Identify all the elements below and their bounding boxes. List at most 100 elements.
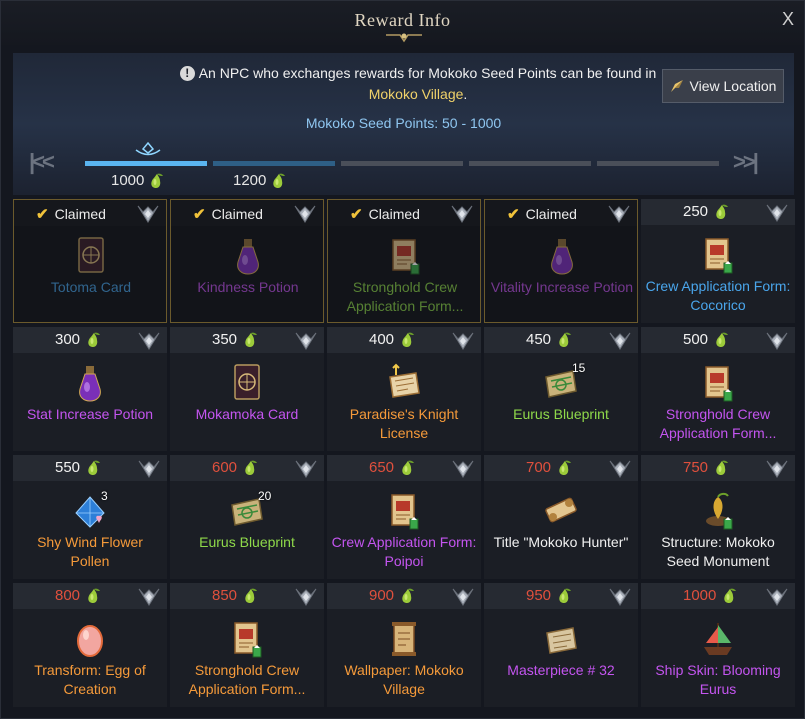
- claimed-label: Claimed: [54, 206, 106, 222]
- claimed-label: Claimed: [368, 206, 420, 222]
- structure-icon: [700, 491, 736, 531]
- progress-value: 1000: [111, 172, 145, 189]
- reward-cost: 1000: [683, 587, 737, 604]
- compass-icon: [670, 80, 683, 92]
- grade-emblem-icon: [293, 203, 317, 225]
- grade-emblem-icon: [608, 330, 632, 352]
- reward-cost: 450: [526, 331, 572, 348]
- reward-name: Transform: Egg of Creation: [34, 662, 146, 697]
- cost-value: 950: [526, 587, 552, 604]
- grade-emblem-icon: [451, 586, 475, 608]
- cost-value: 750: [683, 459, 709, 476]
- reward-card[interactable]: ✔ Claimed Totoma Card: [13, 199, 167, 323]
- grade-emblem-icon: [450, 203, 474, 225]
- reward-name: Masterpiece # 32: [507, 662, 615, 678]
- reward-cost: 350: [212, 331, 258, 348]
- mokoko-seed-icon: [399, 332, 415, 348]
- grade-emblem-icon: [451, 458, 475, 480]
- close-button[interactable]: X: [782, 9, 794, 30]
- progress-label: 1000: [111, 172, 164, 189]
- checkmark-icon: ✔: [193, 206, 206, 223]
- mokoko-seed-icon: [556, 332, 572, 348]
- notice-period: .: [463, 86, 468, 102]
- reward-name: Stronghold Crew Application Form...: [346, 279, 464, 314]
- cost-value: 600: [212, 459, 238, 476]
- reward-info-window: Reward Info X ! An NPC who exchanges rewa…: [0, 0, 805, 719]
- reward-cost: 800: [55, 587, 101, 604]
- title-ornament-icon: [386, 33, 422, 43]
- mokoko-seed-icon: [713, 332, 729, 348]
- reward-card[interactable]: 800 Transform: Egg of Creation: [13, 583, 167, 707]
- progress-label: 1200: [233, 172, 286, 189]
- grade-emblem-icon: [137, 330, 161, 352]
- view-location-button[interactable]: View Location: [662, 69, 784, 103]
- scroll-icon: [229, 619, 265, 659]
- mokoko-seed-icon: [85, 460, 101, 476]
- potion-icon: [544, 236, 580, 276]
- potion-icon: [230, 236, 266, 276]
- grade-emblem-icon: [608, 586, 632, 608]
- reward-name: Stronghold Crew Application Form...: [188, 662, 306, 697]
- cost-value: 350: [212, 331, 238, 348]
- reward-card[interactable]: 700 Title "Mokoko Hunter": [484, 455, 638, 579]
- reward-card[interactable]: 500 Stronghold Crew Application Form...: [641, 327, 795, 451]
- cost-value: 250: [683, 203, 709, 220]
- notice-text: An NPC who exchanges rewards for Mokoko …: [198, 65, 657, 81]
- title-scroll-icon: [543, 491, 579, 531]
- progress-segment: [597, 161, 719, 166]
- cost-value: 300: [55, 331, 81, 348]
- ship-icon: [700, 619, 736, 659]
- wallpaper-icon: [386, 619, 422, 659]
- mokoko-seed-icon: [721, 588, 737, 604]
- reward-cost: 250: [683, 203, 729, 220]
- reward-card[interactable]: 450 15 Eurus Blueprint: [484, 327, 638, 451]
- reward-card[interactable]: 550 3 Shy Wind Flower Pollen: [13, 455, 167, 579]
- reward-name: Totoma Card: [50, 279, 132, 295]
- reward-card[interactable]: 400 Paradise's Knight License: [327, 327, 481, 451]
- item-quantity: 3: [101, 489, 108, 503]
- reward-card[interactable]: 850 Stronghold Crew Application Form...: [170, 583, 324, 707]
- masterpiece-icon: [543, 619, 579, 659]
- cost-value: 1000: [683, 587, 717, 604]
- item-quantity: 20: [258, 489, 272, 503]
- npc-notice: ! An NPC who exchanges rewards for Mokoko…: [163, 63, 673, 105]
- claimed-status: ✔ Claimed: [36, 205, 106, 223]
- skip-last-icon[interactable]: >>|: [733, 149, 759, 175]
- skip-first-icon[interactable]: |<<: [29, 149, 55, 175]
- grade-emblem-icon: [451, 330, 475, 352]
- mokoko-seed-icon: [556, 588, 572, 604]
- reward-cost: 500: [683, 331, 729, 348]
- reward-cost: 750: [683, 459, 729, 476]
- reward-card[interactable]: 650 Crew Application Form: Poipoi: [327, 455, 481, 579]
- reward-cost: 700: [526, 459, 572, 476]
- reward-card[interactable]: 900 Wallpaper: Mokoko Village: [327, 583, 481, 707]
- grade-emblem-icon: [765, 458, 789, 480]
- reward-card[interactable]: 600 20 Eurus Blueprint: [170, 455, 324, 579]
- reward-card[interactable]: 250 Crew Application Form: Cocorico: [641, 199, 795, 323]
- mokoko-seed-icon: [399, 460, 415, 476]
- cost-value: 850: [212, 587, 238, 604]
- mokoko-seed-icon: [85, 332, 101, 348]
- mokoko-seed-icon: [85, 588, 101, 604]
- reward-card[interactable]: ✔ Claimed Kindness Potion: [170, 199, 324, 323]
- grade-emblem-icon: [608, 458, 632, 480]
- reward-card[interactable]: 1000 Ship Skin: Blooming Eurus: [641, 583, 795, 707]
- reward-cost: 850: [212, 587, 258, 604]
- cost-value: 550: [55, 459, 81, 476]
- grade-emblem-icon: [607, 203, 631, 225]
- reward-card[interactable]: 300 Stat Increase Potion: [13, 327, 167, 451]
- reward-card[interactable]: 950 Masterpiece # 32: [484, 583, 638, 707]
- reward-name: Crew Application Form: Poipoi: [331, 534, 477, 569]
- reward-name: Vitality Increase Potion: [490, 279, 634, 295]
- reward-name: Eurus Blueprint: [199, 534, 295, 550]
- reward-card[interactable]: ✔ Claimed Vitality Increase Potion: [484, 199, 638, 323]
- reward-name: Ship Skin: Blooming Eurus: [655, 662, 781, 697]
- mokoko-seed-icon: [556, 460, 572, 476]
- info-icon: !: [179, 66, 195, 81]
- reward-card[interactable]: 750 Structure: Mokoko Seed Monument: [641, 455, 795, 579]
- reward-name: Structure: Mokoko Seed Monument: [661, 534, 775, 569]
- mokoko-seed-icon: [242, 588, 258, 604]
- reward-card[interactable]: ✔ Claimed Stronghold Crew Application Form…: [327, 199, 481, 323]
- reward-name: Kindness Potion: [197, 279, 299, 295]
- reward-card[interactable]: 350 Mokamoka Card: [170, 327, 324, 451]
